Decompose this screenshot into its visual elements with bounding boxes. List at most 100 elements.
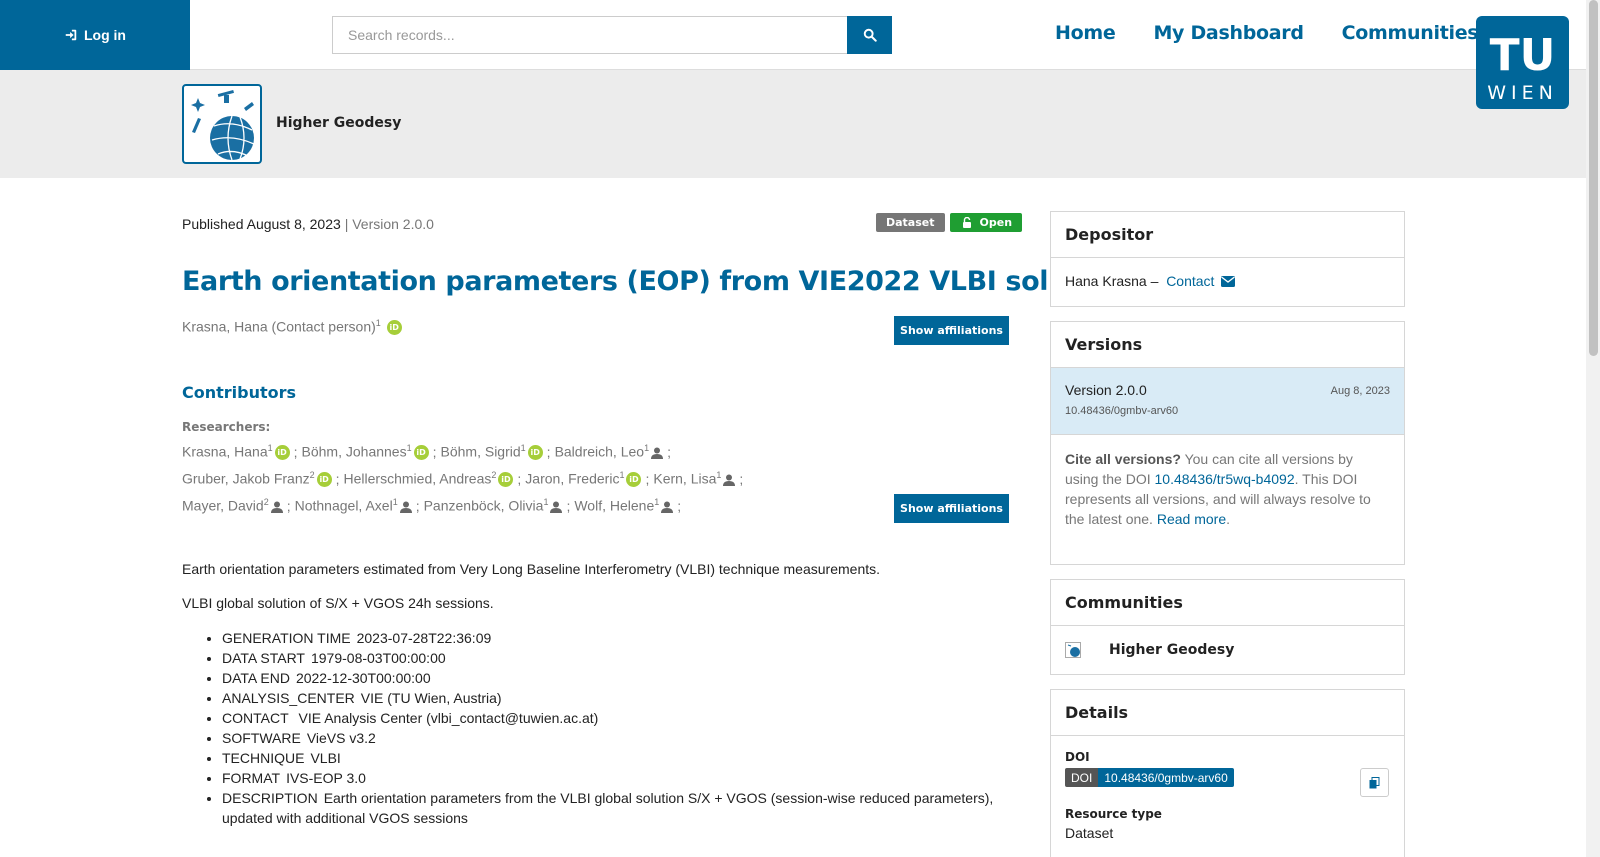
- contributor-name[interactable]: Krasna, Hana: [182, 444, 268, 460]
- contributor-separator: ;: [517, 470, 522, 487]
- contributor-name[interactable]: Hellerschmied, Andreas: [344, 471, 492, 487]
- orcid-icon[interactable]: iD: [413, 445, 429, 461]
- metadata-item: SOFTWARE VieVS v3.2: [222, 728, 1012, 748]
- contributor-separator: ;: [667, 443, 671, 460]
- record-title: Earth orientation parameters (EOP) from …: [182, 266, 1126, 297]
- versions-heading: Versions: [1051, 322, 1404, 368]
- logo-wien-text: WIEN: [1487, 82, 1558, 104]
- contributor-affiliation-index: 1: [619, 470, 625, 480]
- metadata-list: GENERATION TIME 2023-07-28T22:36:09 DATA S…: [222, 628, 1012, 828]
- contributor-name[interactable]: Böhm, Johannes: [302, 444, 407, 460]
- contributor-name[interactable]: Panzenböck, Olivia: [424, 498, 544, 514]
- contributor-affiliation-index: 1: [392, 497, 398, 507]
- show-affiliations-button-creators[interactable]: Show affiliations: [894, 316, 1009, 345]
- nav-my-dashboard[interactable]: My Dashboard: [1153, 22, 1303, 44]
- contributor-affiliation-index: 1: [654, 497, 660, 507]
- publication-info: Published August 8, 2023 | Version 2.0.0: [182, 216, 434, 232]
- orcid-icon[interactable]: iD: [316, 472, 332, 488]
- scrollbar-thumb[interactable]: [1589, 0, 1598, 356]
- version-item-current[interactable]: Version 2.0.0 10.48436/0gmbv-arv60 Aug 8…: [1051, 368, 1404, 435]
- doi-badge-value: 10.48436/0gmbv-arv60: [1098, 768, 1234, 787]
- creator-affiliation-index: 1: [375, 318, 381, 328]
- community-logo[interactable]: [182, 84, 262, 164]
- cite-period: .: [1226, 511, 1230, 527]
- contributor-name[interactable]: Wolf, Helene: [574, 498, 654, 514]
- login-button[interactable]: Log in: [0, 0, 190, 70]
- nav-home[interactable]: Home: [1055, 22, 1116, 44]
- orcid-icon[interactable]: iD: [626, 472, 642, 488]
- description-paragraph-1: Earth orientation parameters estimated f…: [182, 561, 881, 577]
- read-more-link[interactable]: Read more: [1157, 511, 1226, 527]
- published-date: Published August 8, 2023: [182, 216, 341, 232]
- communities-panel: Communities Higher Geodesy: [1050, 579, 1405, 675]
- show-affiliations-button-contributors[interactable]: Show affiliations: [894, 494, 1009, 523]
- top-navbar: Log in Home My Dashboard Communities: [0, 0, 1586, 70]
- contact-link[interactable]: Contact: [1166, 273, 1236, 289]
- metadata-key: CONTACT: [222, 710, 289, 726]
- metadata-item: FORMAT IVS-EOP 3.0: [222, 768, 1012, 788]
- login-label: Log in: [84, 27, 126, 43]
- orcid-icon[interactable]: iD: [527, 445, 543, 461]
- communities-heading: Communities: [1051, 580, 1404, 626]
- community-item[interactable]: Higher Geodesy: [1051, 626, 1404, 674]
- contributor-affiliation-index: 1: [406, 443, 412, 453]
- metadata-key: FORMAT: [222, 770, 281, 786]
- contributor-name[interactable]: Jaron, Frederic: [525, 471, 619, 487]
- metadata-key: GENERATION TIME: [222, 630, 351, 646]
- contributor-name[interactable]: Nothnagel, Axel: [295, 498, 393, 514]
- concept-doi-link[interactable]: 10.48436/tr5wq-b4092: [1155, 471, 1295, 487]
- contributors-row: Mayer, David2; Nothnagel, Axel1; Panzenböc…: [182, 497, 685, 514]
- tu-wien-logo[interactable]: TU WIEN: [1476, 16, 1569, 109]
- orcid-icon[interactable]: iD: [386, 320, 402, 336]
- orcid-icon[interactable]: iD: [274, 445, 290, 461]
- contributor-name[interactable]: Gruber, Jakob Franz: [182, 471, 310, 487]
- metadata-value: VieVS v3.2: [306, 730, 376, 746]
- contributor-name[interactable]: Baldreich, Leo: [555, 444, 645, 460]
- access-status-label: Open: [979, 216, 1013, 229]
- metadata-value: 2023-07-28T22:36:09: [356, 630, 492, 646]
- search-input[interactable]: [332, 16, 847, 54]
- contributor-separator: ;: [286, 497, 291, 514]
- metadata-value: VLBI: [310, 750, 341, 766]
- contact-label: Contact: [1166, 273, 1215, 289]
- doi-badge[interactable]: DOI 10.48436/0gmbv-arv60: [1065, 768, 1234, 787]
- metadata-key: DESCRIPTION: [222, 790, 318, 806]
- contributors-row: Krasna, Hana1 iD; Böhm, Johannes1 iD; Böhm, …: [182, 443, 675, 461]
- versions-panel: Versions Version 2.0.0 10.48436/0gmbv-ar…: [1050, 321, 1405, 565]
- nav-communities[interactable]: Communities: [1342, 22, 1479, 44]
- community-banner: Higher Geodesy: [0, 70, 1586, 178]
- logo-tu-text: TU: [1490, 30, 1556, 81]
- contributor-name[interactable]: Kern, Lisa: [653, 471, 716, 487]
- metadata-item: DESCRIPTIONEarth orientation parameters …: [222, 788, 1012, 828]
- depositor-name: Hana Krasna –: [1065, 273, 1159, 289]
- contributor-separator: ;: [677, 497, 682, 514]
- contributor-affiliation-index: 1: [267, 443, 273, 453]
- contributor-separator: ;: [645, 470, 650, 487]
- copy-doi-button[interactable]: [1360, 768, 1389, 797]
- description-paragraph-2: VLBI global solution of S/X + VGOS 24h s…: [182, 595, 494, 611]
- depositor-heading: Depositor: [1051, 212, 1404, 258]
- envelope-icon: [1221, 276, 1236, 287]
- depositor-body: Hana Krasna – Contact: [1051, 258, 1404, 303]
- details-body: DOI DOI 10.48436/0gmbv-arv60 Resource ty…: [1051, 736, 1404, 855]
- doi-badge-prefix: DOI: [1065, 768, 1099, 787]
- creator-name[interactable]: Krasna, Hana (Contact person): [182, 319, 376, 335]
- metadata-item: CONTACT VIE Analysis Center (vlbi_contac…: [222, 708, 1012, 728]
- metadata-value: 2022-12-30T00:00:00: [295, 670, 431, 686]
- depositor-panel: Depositor Hana Krasna – Contact: [1050, 211, 1405, 307]
- page-scrollbar[interactable]: [1586, 0, 1600, 857]
- orcid-icon[interactable]: iD: [498, 472, 514, 488]
- contributor-name[interactable]: Mayer, David: [182, 498, 264, 514]
- researchers-label: Researchers:: [182, 420, 271, 434]
- search-button[interactable]: [847, 16, 892, 54]
- metadata-key: ANALYSIS_CENTER: [222, 690, 355, 706]
- search-icon: [863, 28, 877, 42]
- contributor-name[interactable]: Böhm, Sigrid: [441, 444, 521, 460]
- metadata-key: TECHNIQUE: [222, 750, 305, 766]
- person-icon: [723, 474, 736, 486]
- version-date: Aug 8, 2023: [1330, 385, 1390, 397]
- metadata-value: VIE Analysis Center (vlbi_contact@tuwien…: [294, 710, 599, 726]
- community-name[interactable]: Higher Geodesy: [276, 115, 401, 131]
- contributor-separator: ;: [546, 443, 551, 460]
- person-icon: [661, 501, 674, 513]
